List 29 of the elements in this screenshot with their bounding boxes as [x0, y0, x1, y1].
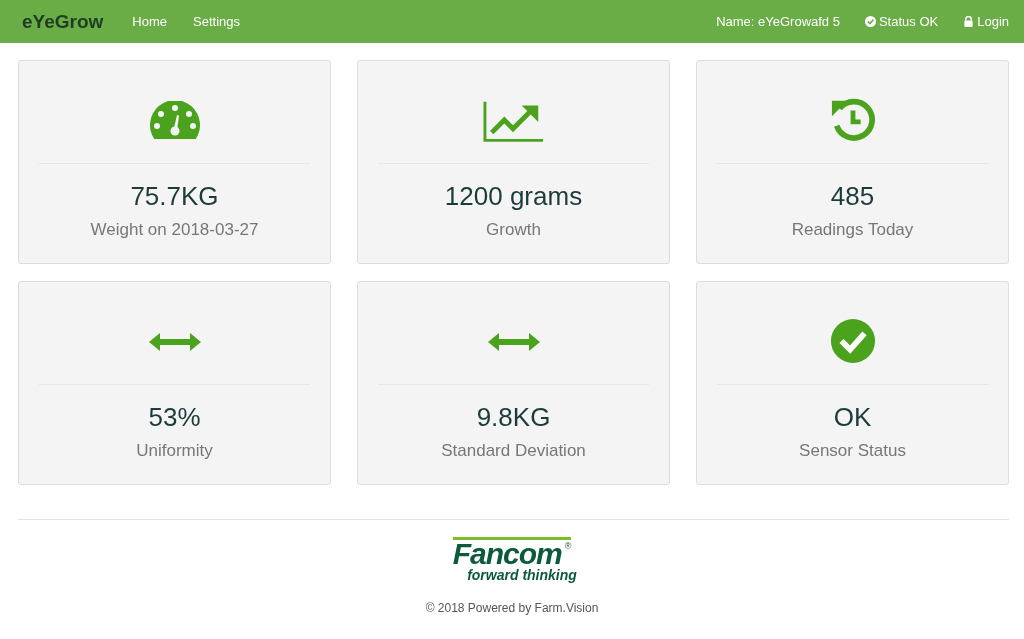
stat-label: Uniformity	[135, 441, 214, 461]
double-arrow-icon	[148, 332, 201, 352]
stat-label: Standard Deviation	[440, 441, 587, 461]
stat-value: OK	[832, 402, 873, 433]
nav-link[interactable]: Settings	[193, 14, 240, 29]
stat-value: 9.8KG	[475, 402, 552, 433]
stat-label: Weight on 2018-03-27	[89, 220, 260, 240]
farm-vision-link[interactable]: Farm.Vision	[534, 601, 599, 615]
stat-label: Readings Today	[790, 220, 915, 240]
check-circle-icon	[829, 318, 876, 364]
stat-value: 485	[829, 181, 876, 212]
stat-label: Growth	[485, 220, 542, 240]
double-arrow-icon	[487, 332, 540, 352]
brand-logo[interactable]: eYeGrow	[22, 10, 104, 33]
nav-link[interactable]: Home	[132, 14, 167, 29]
lock-icon	[963, 16, 975, 27]
stat-value: 53%	[147, 402, 202, 433]
stat-label: Sensor Status	[798, 441, 907, 461]
check-circle-icon	[864, 16, 876, 27]
line-chart-icon	[482, 99, 545, 143]
login-link[interactable]: Login	[963, 14, 1009, 29]
clock-arrow-icon	[829, 97, 876, 143]
device-name: Name: eYeGrowafd 5	[716, 14, 840, 29]
stat-value: 75.7KG	[129, 181, 220, 212]
status-link[interactable]: Status OK	[864, 14, 939, 29]
gauge-icon	[148, 101, 201, 139]
copyright-text: © 2018 Powered by Farm.Vision	[425, 601, 599, 615]
stat-value: 1200 grams	[443, 181, 584, 212]
company-logo: Fancom® forward thinking	[451, 537, 577, 583]
